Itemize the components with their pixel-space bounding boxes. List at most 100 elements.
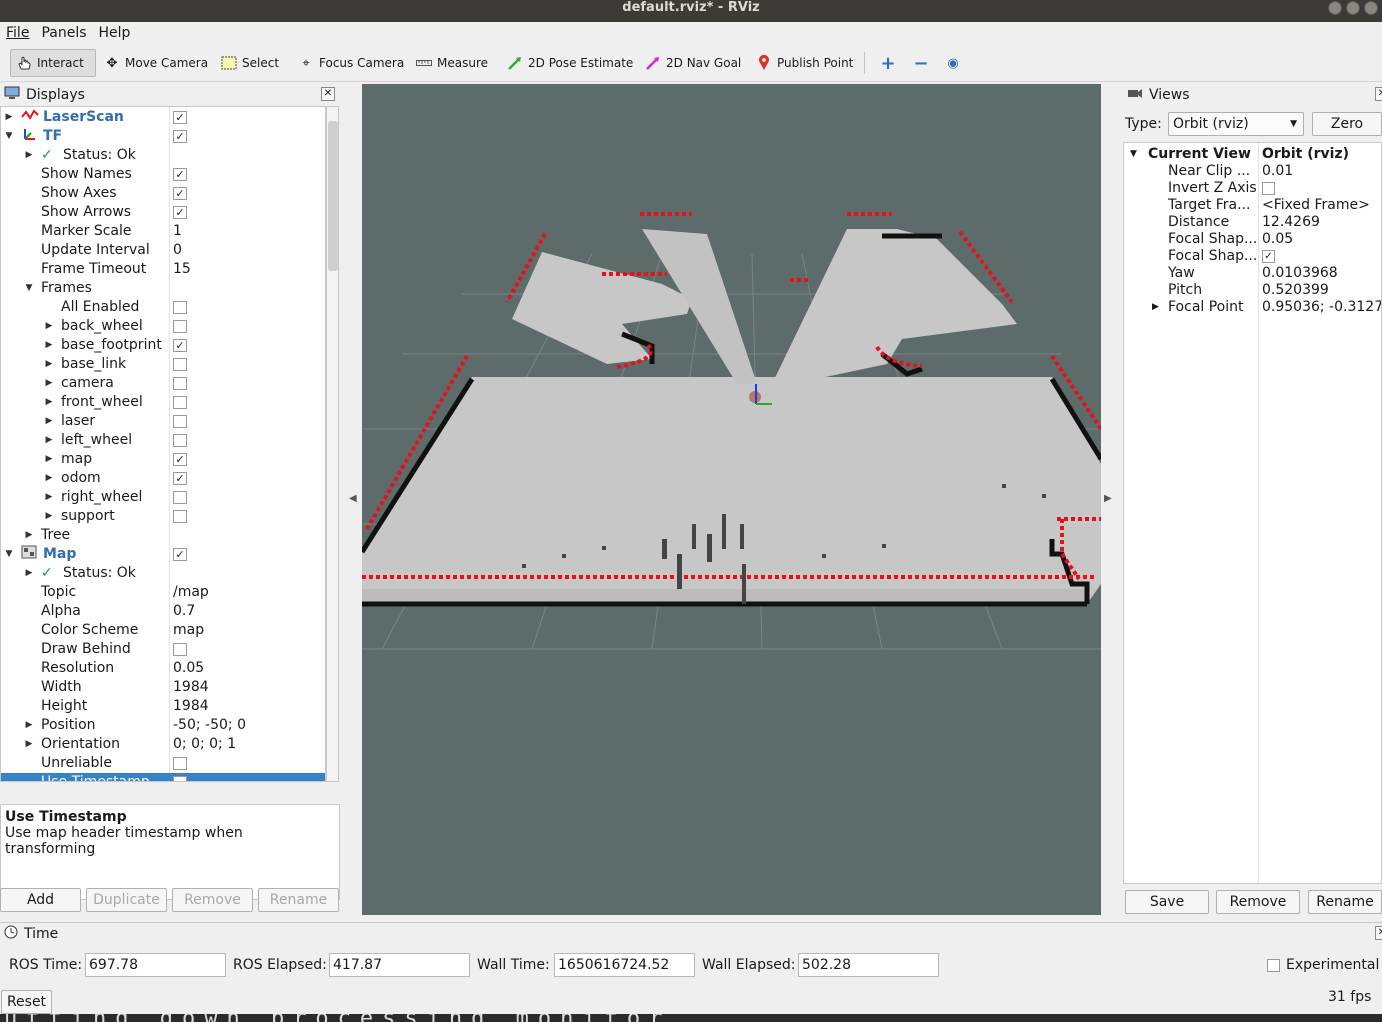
display-checkbox[interactable]: ✓ — [173, 206, 187, 219]
duplicate-display-button[interactable]: Duplicate — [86, 888, 167, 912]
expand-right-icon[interactable]: ▶ — [43, 450, 55, 469]
view-type-select[interactable]: Orbit (rviz) ▼ — [1168, 112, 1304, 136]
display-checkbox[interactable] — [173, 358, 187, 371]
view-property-row[interactable]: Focal Shap... ✓ — [1124, 248, 1381, 265]
displays-close-icon[interactable]: ✕ — [321, 87, 335, 101]
view-property-row[interactable]: Pitch 0.520399 — [1124, 282, 1381, 299]
display-row[interactable]: ▶ Orientation 0; 0; 0; 1 — [1, 735, 325, 754]
remove-view-button[interactable]: Remove — [1216, 890, 1300, 914]
remove-tool-button[interactable]: − — [908, 49, 934, 77]
view-property-value[interactable]: 0.95036; -0.3127... — [1262, 299, 1381, 316]
menu-file[interactable]: File — [0, 22, 35, 44]
display-row[interactable]: ▶ support — [1, 507, 325, 526]
display-row[interactable]: ▼ Map ✓ — [1, 545, 325, 564]
current-view-row[interactable]: ▼ Current View Orbit (rviz) — [1124, 146, 1381, 163]
add-tool-button[interactable]: + — [875, 49, 901, 77]
display-row[interactable]: Use Timestamp — [1, 773, 325, 781]
display-row-value[interactable]: 0.05 — [173, 659, 204, 678]
display-row[interactable]: Show Names ✓ — [1, 165, 325, 184]
view-property-value[interactable]: <Fixed Frame> — [1262, 197, 1370, 214]
display-row-value[interactable]: 0; 0; 0; 1 — [173, 735, 236, 754]
display-row-value[interactable]: 15 — [173, 260, 191, 279]
display-row[interactable]: Show Arrows ✓ — [1, 203, 325, 222]
view-property-value[interactable]: 12.4269 — [1262, 214, 1320, 231]
display-row[interactable]: ▶ front_wheel — [1, 393, 325, 412]
save-view-button[interactable]: Save — [1125, 890, 1209, 914]
expand-right-icon[interactable]: ▶ — [43, 317, 55, 336]
display-row[interactable]: ▶ ✓ Status: Ok — [1, 146, 325, 165]
display-row-value[interactable]: 1 — [173, 222, 182, 241]
displays-scrollbar[interactable] — [326, 106, 339, 782]
display-row[interactable]: ▶ base_footprint ✓ — [1, 336, 325, 355]
display-row[interactable]: Draw Behind — [1, 640, 325, 659]
display-checkbox[interactable]: ✓ — [173, 472, 187, 485]
render-viewport[interactable] — [362, 84, 1101, 915]
nav-goal-tool-button[interactable]: 2D Nav Goal — [640, 49, 746, 77]
display-checkbox[interactable] — [173, 301, 187, 314]
view-property-row[interactable]: Focal Shap... 0.05 — [1124, 231, 1381, 248]
expand-down-icon[interactable]: ▼ — [3, 545, 15, 564]
collapse-right-icon[interactable]: ▶ — [1104, 493, 1112, 504]
publish-point-tool-button[interactable]: Publish Point — [751, 49, 858, 77]
display-row[interactable]: ▶ ✓ Status: Ok — [1, 564, 325, 583]
time-close-icon[interactable]: ✕ — [1375, 926, 1382, 940]
expand-down-icon[interactable]: ▼ — [1130, 146, 1137, 163]
display-checkbox[interactable] — [173, 491, 187, 504]
display-row[interactable]: Show Axes ✓ — [1, 184, 325, 203]
display-row[interactable]: ▼ TF ✓ — [1, 127, 325, 146]
measure-tool-button[interactable]: Measure — [411, 49, 493, 77]
display-row[interactable]: Width 1984 — [1, 678, 325, 697]
expand-right-icon[interactable]: ▶ — [23, 735, 35, 754]
expand-right-icon[interactable]: ▶ — [43, 412, 55, 431]
display-row[interactable]: ▶ LaserScan ✓ — [1, 108, 325, 127]
display-checkbox[interactable] — [173, 434, 187, 447]
remove-display-button[interactable]: Remove — [172, 888, 253, 912]
menu-panels[interactable]: Panels — [35, 22, 92, 44]
ros-elapsed-field[interactable]: 417.87 — [329, 953, 470, 977]
view-property-checkbox[interactable]: ✓ — [1262, 250, 1275, 263]
minimize-button[interactable] — [1328, 1, 1342, 15]
view-property-checkbox[interactable] — [1262, 182, 1275, 195]
display-checkbox[interactable]: ✓ — [173, 339, 187, 352]
display-row[interactable]: Update Interval 0 — [1, 241, 325, 260]
expand-right-icon[interactable]: ▶ — [23, 526, 35, 545]
expand-right-icon[interactable]: ▶ — [43, 431, 55, 450]
wall-elapsed-field[interactable]: 502.28 — [798, 953, 939, 977]
expand-right-icon[interactable]: ▶ — [23, 716, 35, 735]
view-property-value[interactable]: 0.01 — [1262, 163, 1293, 180]
display-row[interactable]: ▶ back_wheel — [1, 317, 325, 336]
view-property-value[interactable]: 0.05 — [1262, 231, 1293, 248]
reset-button[interactable]: Reset — [1, 990, 52, 1014]
display-row[interactable]: Color Scheme map — [1, 621, 325, 640]
add-display-button[interactable]: Add — [0, 888, 81, 912]
display-row[interactable]: Unreliable — [1, 754, 325, 773]
display-row[interactable]: All Enabled — [1, 298, 325, 317]
view-property-value[interactable]: 0.0103968 — [1262, 265, 1338, 282]
view-property-row[interactable]: Yaw 0.0103968 — [1124, 265, 1381, 282]
display-checkbox[interactable]: ✓ — [173, 168, 187, 181]
expand-right-icon[interactable]: ▶ — [43, 469, 55, 488]
display-checkbox[interactable] — [173, 643, 187, 656]
menu-help[interactable]: Help — [93, 22, 137, 44]
view-property-row[interactable]: Distance 12.4269 — [1124, 214, 1381, 231]
display-row-value[interactable]: 0 — [173, 241, 182, 260]
display-checkbox[interactable]: ✓ — [173, 187, 187, 200]
display-row-value[interactable]: 1984 — [173, 697, 209, 716]
display-row[interactable]: Height 1984 — [1, 697, 325, 716]
display-checkbox[interactable] — [173, 776, 187, 781]
wall-time-field[interactable]: 1650616724.52 — [554, 953, 695, 977]
display-checkbox[interactable] — [173, 396, 187, 409]
view-property-row[interactable]: ▶ Focal Point 0.95036; -0.3127... — [1124, 299, 1381, 316]
display-row[interactable]: Alpha 0.7 — [1, 602, 325, 621]
view-property-row[interactable]: Invert Z Axis — [1124, 180, 1381, 197]
select-tool-button[interactable]: Select — [216, 49, 284, 77]
display-row[interactable]: ▶ camera — [1, 374, 325, 393]
display-row[interactable]: Resolution 0.05 — [1, 659, 325, 678]
display-row[interactable]: ▶ map ✓ — [1, 450, 325, 469]
expand-right-icon[interactable]: ▶ — [3, 108, 15, 127]
expand-right-icon[interactable]: ▶ — [43, 355, 55, 374]
display-checkbox[interactable]: ✓ — [173, 453, 187, 466]
display-row-value[interactable]: -50; -50; 0 — [173, 716, 246, 735]
display-row-value[interactable]: 1984 — [173, 678, 209, 697]
tool-properties-button[interactable]: ◉ — [940, 49, 966, 77]
